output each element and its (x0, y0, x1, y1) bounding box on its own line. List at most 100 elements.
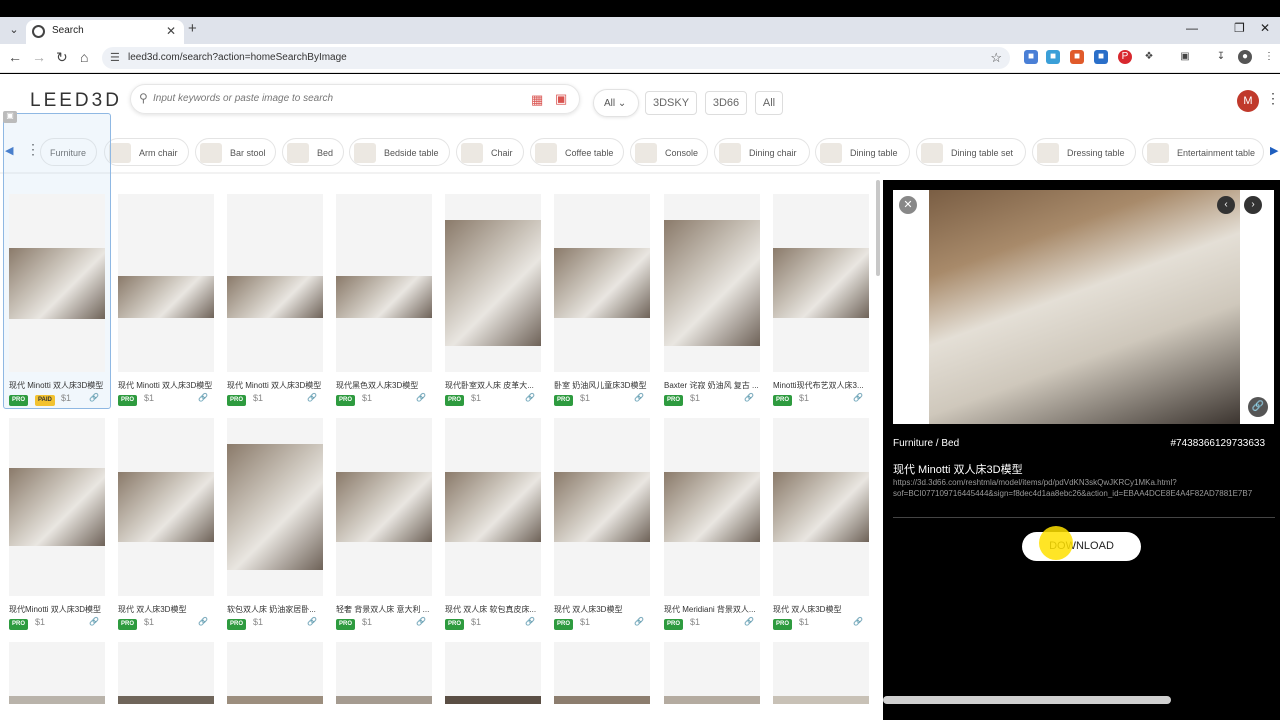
back-icon[interactable]: ← (8, 49, 22, 65)
link-icon[interactable]: 🔗 (307, 393, 317, 402)
copy-link-icon[interactable]: 🔗 (1248, 397, 1268, 417)
model-card-partial[interactable] (336, 642, 432, 704)
card-title: 现代 双人床3D模型 (554, 605, 623, 614)
search-placeholder[interactable]: Input keywords or paste image to search (153, 93, 333, 104)
model-card-partial[interactable] (9, 642, 105, 704)
filter-3d66-button[interactable]: 3D66 (705, 91, 747, 115)
panel-horizontal-scrollbar[interactable] (883, 696, 1171, 704)
category-next-icon[interactable]: ▶ (1270, 144, 1278, 157)
category-chip-console[interactable]: Console (630, 138, 708, 166)
source-select[interactable]: All ⌄ (593, 89, 639, 117)
category-chip-bed[interactable]: Bed (282, 138, 344, 166)
screenshot-icon[interactable]: ▣ (1178, 50, 1192, 64)
site-info-icon[interactable]: ☰ (110, 51, 120, 64)
minimize-icon[interactable]: — (1186, 21, 1198, 35)
avatar[interactable]: M (1237, 90, 1259, 112)
category-chip-bar-stool[interactable]: Bar stool (195, 138, 276, 166)
model-card-partial[interactable] (445, 642, 541, 704)
new-tab-icon[interactable]: + (188, 20, 197, 37)
category-chip-dressing-table[interactable]: Dressing table (1032, 138, 1136, 166)
category-chip-coffee-table[interactable]: Coffee table (530, 138, 624, 166)
bed-photo (445, 696, 541, 704)
grid-search-icon[interactable]: ▦ (531, 92, 543, 108)
browser-menu-icon[interactable]: ⋮ (1262, 50, 1276, 64)
prev-image-icon[interactable]: ‹ (1217, 196, 1235, 214)
model-card-partial[interactable] (554, 642, 650, 704)
bed-photo (9, 468, 105, 546)
bed-photo (664, 472, 760, 542)
link-icon[interactable]: 🔗 (89, 617, 99, 626)
bed-photo (773, 248, 869, 318)
extension-icon[interactable]: ■ (1024, 50, 1038, 64)
model-card-partial[interactable] (227, 642, 323, 704)
category-chip-bedside-table[interactable]: Bedside table (349, 138, 450, 166)
link-icon[interactable]: 🔗 (416, 393, 426, 402)
model-card-partial[interactable] (118, 642, 214, 704)
card-title: 现代 双人床 软包真皮床... (445, 605, 537, 614)
model-card-partial[interactable] (664, 642, 760, 704)
forward-icon[interactable]: → (32, 49, 46, 65)
source-url-line1[interactable]: https://3d.3d66.com/reshtmla/model/items… (893, 477, 1279, 488)
filter-3dsky-button[interactable]: 3DSKY (645, 91, 697, 115)
category-chip-entertainment-table[interactable]: Entertainment table (1142, 138, 1264, 166)
search-box[interactable]: ⚲ Input keywords or paste image to searc… (130, 84, 580, 114)
link-icon[interactable]: 🔗 (525, 617, 535, 626)
model-id: #7438366129733633 (1170, 438, 1265, 449)
link-icon[interactable]: 🔗 (416, 617, 426, 626)
link-icon[interactable]: 🔗 (853, 617, 863, 626)
card-title: 现代 双人床3D模型 (118, 605, 187, 614)
link-icon[interactable]: 🔗 (744, 393, 754, 402)
tab-close-icon[interactable]: ✕ (166, 24, 176, 38)
url-text[interactable]: leed3d.com/search?action=homeSearchByIma… (128, 52, 347, 63)
download-icon[interactable]: ↧ (1214, 50, 1228, 64)
link-icon[interactable]: 🔗 (744, 617, 754, 626)
bed-photo (118, 472, 214, 542)
save-extension-icon[interactable]: ■ (1094, 50, 1108, 64)
omnibox[interactable]: ☰ leed3d.com/search?action=homeSearchByI… (102, 47, 1010, 69)
next-image-icon[interactable]: › (1244, 196, 1262, 214)
tab-search-dropdown-icon[interactable]: ⌄ (6, 22, 22, 38)
puzzle-extensions-icon[interactable]: ❖ (1142, 50, 1156, 64)
maximize-icon[interactable]: ❐ (1234, 21, 1245, 35)
breadcrumb[interactable]: Furniture / Bed (893, 438, 959, 449)
source-url[interactable]: https://3d.3d66.com/reshtmla/model/items… (893, 477, 1279, 499)
translate-extension-icon[interactable]: ■ (1046, 50, 1060, 64)
link-icon[interactable]: 🔗 (853, 393, 863, 402)
grid-scrollbar[interactable] (876, 180, 880, 276)
bed-photo (445, 472, 541, 542)
category-chip-dining-chair[interactable]: Dining chair (714, 138, 810, 166)
link-icon[interactable]: 🔗 (307, 617, 317, 626)
close-icon[interactable]: ✕ (899, 196, 917, 214)
bookmark-star-icon[interactable]: ☆ (990, 50, 1002, 66)
link-icon[interactable]: 🔗 (634, 393, 644, 402)
reload-icon[interactable]: ↻ (56, 49, 68, 66)
more-menu-icon[interactable]: ⋮ (1266, 90, 1280, 107)
profile-icon[interactable]: ● (1238, 50, 1252, 64)
window-close-icon[interactable]: ✕ (1260, 21, 1270, 35)
link-icon[interactable]: 🔗 (89, 393, 99, 402)
model-card-partial[interactable] (773, 642, 869, 704)
category-thumb (635, 143, 657, 163)
audio-extension-icon[interactable]: ■ (1070, 50, 1084, 64)
header-divider (0, 172, 880, 174)
link-icon[interactable]: 🔗 (525, 393, 535, 402)
browser-tab[interactable]: Search ✕ (26, 20, 184, 44)
image-thumb-icon[interactable]: ▣ (3, 111, 17, 123)
category-chip-arm-chair[interactable]: Arm chair (104, 138, 189, 166)
bed-photo (445, 220, 541, 346)
image-search-icon[interactable]: ▣ (555, 91, 567, 107)
link-icon[interactable]: 🔗 (634, 617, 644, 626)
pinterest-icon[interactable]: P (1118, 50, 1132, 64)
category-label: Dining chair (749, 148, 797, 158)
category-chip-dining-table-set[interactable]: Dining table set (916, 138, 1026, 166)
pro-badge: PRO (227, 395, 247, 406)
filter-all-button[interactable]: All (755, 91, 783, 115)
link-icon[interactable]: 🔗 (198, 393, 208, 402)
category-chip-dining-table[interactable]: Dining table (815, 138, 910, 166)
home-icon[interactable]: ⌂ (80, 49, 88, 65)
link-icon[interactable]: 🔗 (198, 617, 208, 626)
card-price: $1 (362, 393, 373, 403)
category-chip-chair[interactable]: Chair (456, 138, 524, 166)
site-logo[interactable]: LEED3D (30, 90, 122, 112)
source-url-line2[interactable]: sof=BCI077109716445444&sign=f8dec4d1aa8e… (893, 488, 1279, 499)
